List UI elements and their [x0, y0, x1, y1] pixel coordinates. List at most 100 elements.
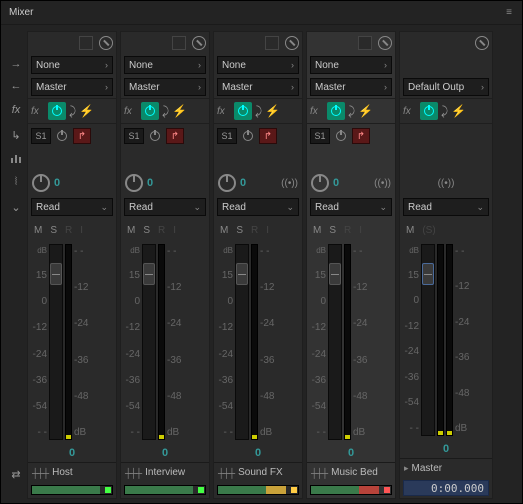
volume-value[interactable]: 0	[214, 444, 302, 462]
fader-handle[interactable]	[422, 263, 434, 285]
fx-lightning-icon[interactable]: ⚡	[358, 104, 373, 118]
automation-dropdown[interactable]: Read⌄	[403, 198, 489, 216]
panel-menu-icon[interactable]: ≡	[504, 5, 514, 20]
send-slot[interactable]: S1	[217, 128, 237, 144]
send-slot[interactable]: S1	[310, 128, 330, 144]
fx-pre-icon[interactable]: ⤸	[162, 104, 169, 119]
automation-dropdown[interactable]: Read⌄	[124, 198, 206, 216]
mute-button[interactable]: M	[127, 225, 135, 236]
fx-pre-icon[interactable]: ⤸	[69, 104, 76, 119]
track-mute-fx-icon[interactable]	[378, 36, 392, 50]
output-dropdown[interactable]: Default Outp›	[403, 78, 489, 96]
record-button[interactable]: R	[251, 225, 258, 236]
fx-lightning-icon[interactable]: ⚡	[172, 104, 187, 118]
fader-track[interactable]	[142, 244, 156, 440]
volume-value[interactable]: 0	[307, 444, 395, 462]
track-name[interactable]: Interview	[145, 467, 185, 478]
automation-dropdown[interactable]: Read⌄	[217, 198, 299, 216]
track-visibility-toggle[interactable]	[265, 36, 279, 50]
send-slot[interactable]: S1	[31, 128, 51, 144]
solo-button[interactable]: S	[143, 225, 150, 236]
track-mute-fx-icon[interactable]	[475, 36, 489, 50]
pan-value[interactable]: 0	[147, 177, 153, 189]
record-button[interactable]: R	[344, 225, 351, 236]
track-mute-fx-icon[interactable]	[192, 36, 206, 50]
fx-power-button[interactable]	[234, 102, 252, 120]
fader-handle[interactable]	[236, 263, 248, 285]
fader-track[interactable]	[235, 244, 249, 440]
fx-lightning-icon[interactable]: ⚡	[265, 104, 280, 118]
output-dropdown[interactable]: Master›	[124, 78, 206, 96]
fader-handle[interactable]	[50, 263, 62, 285]
input-monitor-button[interactable]: I	[266, 225, 269, 236]
send-prefader-button[interactable]: ↱	[352, 128, 370, 144]
solo-button[interactable]: S	[329, 225, 336, 236]
output-dropdown[interactable]: Master›	[217, 78, 299, 96]
track-options-icon[interactable]: ⇄	[11, 468, 20, 481]
volume-value[interactable]: 0	[121, 444, 209, 462]
volume-value[interactable]: 0	[28, 444, 116, 462]
send-prefader-button[interactable]: ↱	[166, 128, 184, 144]
pan-value[interactable]: 0	[240, 177, 246, 189]
mute-button[interactable]: M	[220, 225, 228, 236]
input-dropdown[interactable]: None›	[31, 56, 113, 74]
track-name[interactable]: Sound FX	[238, 467, 282, 478]
window-title: Mixer	[9, 7, 33, 18]
fader-track[interactable]	[49, 244, 63, 440]
record-button[interactable]: R	[158, 225, 165, 236]
pan-knob[interactable]	[32, 174, 50, 192]
solo-button[interactable]: S	[236, 225, 243, 236]
track-mute-fx-icon[interactable]	[285, 36, 299, 50]
solo-button[interactable]: S	[50, 225, 57, 236]
track-visibility-toggle[interactable]	[358, 36, 372, 50]
pan-knob[interactable]	[125, 174, 143, 192]
output-dropdown[interactable]: Master›	[310, 78, 392, 96]
track-visibility-toggle[interactable]	[79, 36, 93, 50]
pan-knob[interactable]	[311, 174, 329, 192]
send-prefader-button[interactable]: ↱	[259, 128, 277, 144]
send-power-button[interactable]	[147, 128, 163, 144]
track-name-row: ┼┼┼Music Bed	[307, 462, 395, 482]
fx-lightning-icon[interactable]: ⚡	[79, 104, 94, 118]
track-visibility-toggle[interactable]	[172, 36, 186, 50]
input-dropdown[interactable]: None›	[217, 56, 299, 74]
fader-handle[interactable]	[143, 263, 155, 285]
input-dropdown[interactable]: None›	[310, 56, 392, 74]
automation-dropdown[interactable]: Read⌄	[310, 198, 392, 216]
input-dropdown[interactable]: None›	[124, 56, 206, 74]
input-monitor-button[interactable]: I	[359, 225, 362, 236]
automation-dropdown[interactable]: Read⌄	[31, 198, 113, 216]
send-slot[interactable]: S1	[124, 128, 144, 144]
mute-button[interactable]: M	[313, 225, 321, 236]
output-dropdown[interactable]: Master›	[31, 78, 113, 96]
send-power-button[interactable]	[240, 128, 256, 144]
input-monitor-button[interactable]: I	[80, 225, 83, 236]
send-power-button[interactable]	[333, 128, 349, 144]
track-name[interactable]: Music Bed	[331, 467, 378, 478]
fader-handle[interactable]	[329, 263, 341, 285]
fx-power-button[interactable]	[327, 102, 345, 120]
timecode-display[interactable]: 0:00.000	[403, 480, 489, 496]
automation-chevron-icon[interactable]: ⌄	[11, 201, 20, 214]
pan-value[interactable]: 0	[54, 177, 60, 189]
fx-power-button[interactable]	[420, 102, 438, 120]
fader-track[interactable]	[328, 244, 342, 440]
pan-knob[interactable]	[218, 174, 236, 192]
fx-pre-icon[interactable]: ⤸	[348, 104, 355, 119]
fx-pre-icon[interactable]: ⤸	[255, 104, 262, 119]
volume-value[interactable]: 0	[400, 440, 492, 458]
record-button[interactable]: R	[65, 225, 72, 236]
fx-pre-icon[interactable]: ⤸	[441, 104, 448, 119]
track-name[interactable]: Host	[52, 467, 73, 478]
mute-button[interactable]: M	[34, 225, 42, 236]
fx-power-button[interactable]	[141, 102, 159, 120]
track-mute-fx-icon[interactable]	[99, 36, 113, 50]
pan-value[interactable]: 0	[333, 177, 339, 189]
send-prefader-button[interactable]: ↱	[73, 128, 91, 144]
fader-track[interactable]	[421, 244, 435, 436]
fx-power-button[interactable]	[48, 102, 66, 120]
fx-lightning-icon[interactable]: ⚡	[451, 104, 466, 118]
input-monitor-button[interactable]: I	[173, 225, 176, 236]
send-power-button[interactable]	[54, 128, 70, 144]
mute-button[interactable]: M	[406, 225, 414, 236]
